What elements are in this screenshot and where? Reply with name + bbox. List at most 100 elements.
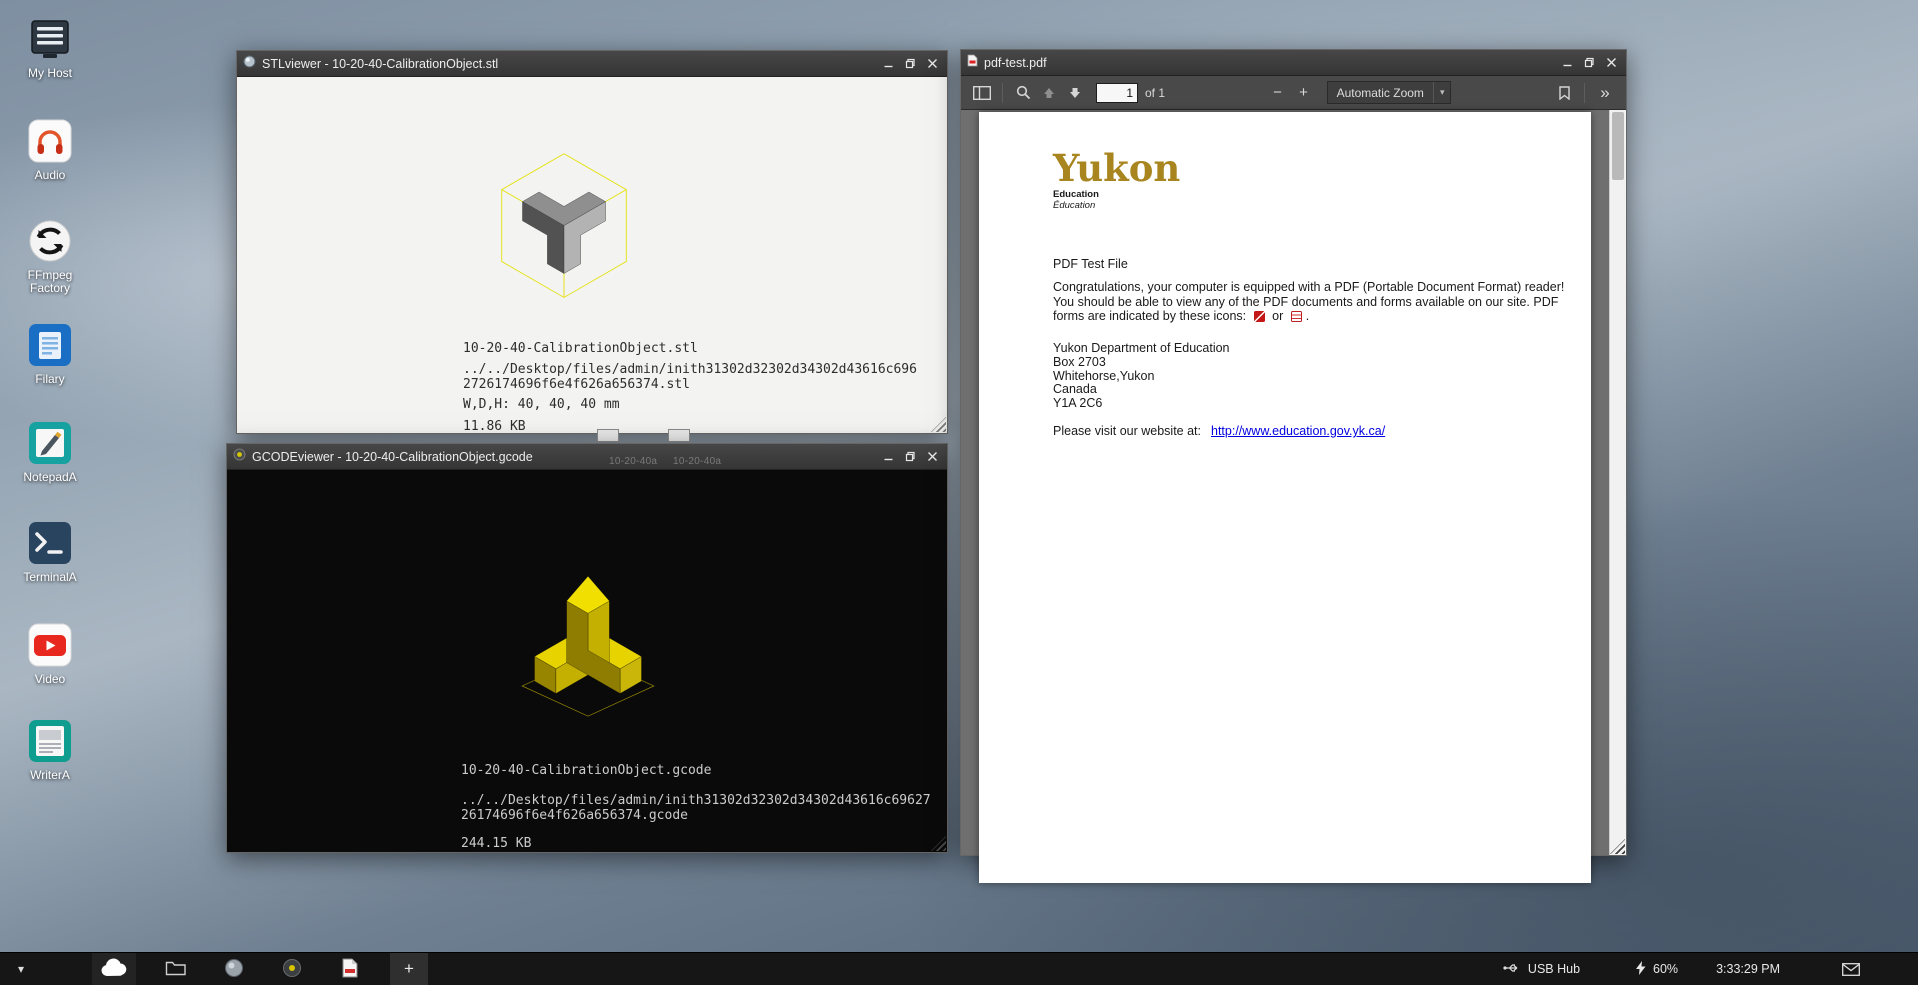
taskbar-folder-button[interactable] [160, 953, 192, 985]
pdf-titlebar[interactable]: pdf-test.pdf [961, 50, 1626, 76]
stl-file-info: 10-20-40-CalibrationObject.stl ../../Des… [463, 341, 917, 434]
gcodeviewer-taskbar-icon [282, 958, 302, 981]
desktop-icon-label: TerminalA [10, 571, 90, 584]
gcode-filename: 10-20-40-CalibrationObject.gcode [461, 763, 931, 778]
acrobat-pdf-icon [1254, 311, 1265, 322]
desktop-icon-terminala[interactable]: TerminalA [10, 520, 90, 584]
desktop-icon-audio[interactable]: Audio [10, 118, 90, 182]
maximize-icon[interactable] [1581, 55, 1598, 70]
page-number-input[interactable] [1096, 83, 1138, 103]
ghost-label: 10-20-40a [609, 456, 657, 467]
stl-3d-model[interactable] [498, 150, 630, 300]
video-icon [27, 622, 73, 668]
close-icon[interactable] [924, 56, 941, 71]
terminala-icon [27, 520, 73, 566]
gcode-app-icon [233, 448, 246, 466]
scrollbar-thumb[interactable] [1612, 112, 1624, 180]
audio-icon [27, 118, 73, 164]
pdf-form-icon [1291, 311, 1302, 322]
next-page-button[interactable] [1062, 81, 1088, 105]
desktop-icon-writera[interactable]: WriterA [10, 718, 90, 782]
chevron-down-icon: ▾ [1433, 82, 1451, 103]
close-icon[interactable] [1603, 55, 1620, 70]
pdf-address-block: Yukon Department of Education Box 2703 W… [1053, 342, 1230, 411]
writera-icon [27, 718, 73, 764]
resize-grip[interactable] [931, 836, 946, 851]
maximize-icon[interactable] [902, 449, 919, 464]
taskbar-gcodeviewer-button[interactable] [276, 953, 308, 985]
battery-status: 60% [1636, 961, 1678, 978]
yukon-logo: Yukon Education Éducation [1053, 150, 1180, 211]
pdf-page: Yukon Education Éducation PDF Test File … [979, 112, 1591, 883]
stl-filepath: ../../Desktop/files/admin/inith31302d323… [463, 363, 917, 392]
gcode-window-title: GCODEviewer - 10-20-40-CalibrationObject… [252, 450, 874, 464]
toolbar-separator [1002, 83, 1003, 103]
stl-dimensions: W,D,H: 40, 40, 40 mm [463, 397, 917, 412]
battery-percent-label: 60% [1653, 962, 1678, 976]
usb-label: USB Hub [1528, 962, 1580, 976]
desktop-icon-label: WriterA [10, 769, 90, 782]
stl-viewer-window: STLviewer - 10-20-40-CalibrationObject.s… [236, 50, 948, 434]
gcode-file-info: 10-20-40-CalibrationObject.gcode ../../D… [461, 763, 931, 851]
taskbar: ▾ + USB Hub 60% 3:33:29 PM [0, 952, 1918, 985]
cloud-icon [99, 958, 129, 981]
ffmpeg-factory-icon [27, 218, 73, 264]
pdf-body-paragraph: Congratulations, your computer is equipp… [1053, 280, 1567, 324]
zoom-select-label: Automatic Zoom [1337, 86, 1424, 100]
maximize-icon[interactable] [902, 56, 919, 71]
previous-page-button[interactable] [1036, 81, 1062, 105]
stl-viewport[interactable]: 10-20-40-CalibrationObject.stl ../../Des… [237, 77, 947, 433]
taskbar-expand-icon[interactable]: ▾ [12, 962, 30, 976]
close-icon[interactable] [924, 449, 941, 464]
desktop-icon-notepada[interactable]: NotepadA [10, 420, 90, 484]
toolbar-separator [1584, 83, 1585, 103]
desktop-icon-label: FFmpeg Factory [10, 269, 90, 296]
pdf-taskbar-icon [341, 958, 359, 981]
pdf-body: of 1 − + Automatic Zoom ▾ » Yukon Educat… [961, 76, 1626, 855]
gcode-viewport[interactable]: 10-20-40-CalibrationObject.gcode ../../D… [227, 470, 947, 852]
desktop-icon-label: Audio [10, 169, 90, 182]
desktop-icon-my-host[interactable]: My Host [10, 16, 90, 80]
desktop-icon-video[interactable]: Video [10, 622, 90, 686]
notepada-icon [27, 420, 73, 466]
gcode-filepath: ../../Desktop/files/admin/inith31302d323… [461, 793, 931, 823]
toolbar-expand-button[interactable]: » [1592, 81, 1618, 105]
gcode-filesize: 244.15 KB [461, 836, 931, 851]
taskbar-stlviewer-button[interactable] [218, 953, 250, 985]
mail-icon[interactable] [1842, 963, 1860, 976]
minimize-icon[interactable] [880, 449, 897, 464]
pdf-scrollbar[interactable] [1609, 110, 1626, 855]
bookmark-button[interactable] [1551, 81, 1577, 105]
desktop-icon-label: NotepadA [10, 471, 90, 484]
desktop-icon-filary[interactable]: Filary [10, 322, 90, 386]
stray-control-box[interactable] [668, 429, 690, 442]
ghost-label: 10-20-40a [673, 456, 721, 467]
minimize-icon[interactable] [1559, 55, 1576, 70]
gcode-3d-model[interactable] [503, 553, 673, 746]
taskbar-cloud-button[interactable] [92, 953, 136, 985]
desktop-icon-label: My Host [10, 67, 90, 80]
search-button[interactable] [1010, 81, 1036, 105]
taskbar-pdf-button[interactable] [334, 953, 366, 985]
minimize-icon[interactable] [880, 56, 897, 71]
pdf-toolbar: of 1 − + Automatic Zoom ▾ » [961, 76, 1626, 110]
page-count-label: of 1 [1145, 86, 1165, 100]
battery-bolt-icon [1636, 961, 1646, 978]
pdf-doc-heading: PDF Test File [1053, 257, 1128, 271]
usb-status: USB Hub [1503, 962, 1580, 977]
sidebar-toggle-button[interactable] [969, 81, 995, 105]
gcode-titlebar[interactable]: GCODEviewer - 10-20-40-CalibrationObject… [227, 444, 947, 470]
zoom-out-button[interactable]: − [1265, 81, 1291, 105]
taskbar-add-button[interactable]: + [390, 953, 428, 985]
my-host-icon [27, 16, 73, 62]
resize-grip[interactable] [931, 417, 946, 432]
stl-filename: 10-20-40-CalibrationObject.stl [463, 341, 917, 356]
website-link[interactable]: http://www.education.gov.yk.ca/ [1211, 424, 1385, 438]
zoom-select[interactable]: Automatic Zoom ▾ [1327, 81, 1452, 104]
gcode-viewer-window: GCODEviewer - 10-20-40-CalibrationObject… [226, 443, 948, 853]
stl-titlebar[interactable]: STLviewer - 10-20-40-CalibrationObject.s… [237, 51, 947, 77]
zoom-in-button[interactable]: + [1291, 81, 1317, 105]
stl-window-title: STLviewer - 10-20-40-CalibrationObject.s… [262, 57, 874, 71]
stray-control-box[interactable] [597, 429, 619, 442]
desktop-icon-ffmpeg-factory[interactable]: FFmpeg Factory [10, 218, 90, 296]
